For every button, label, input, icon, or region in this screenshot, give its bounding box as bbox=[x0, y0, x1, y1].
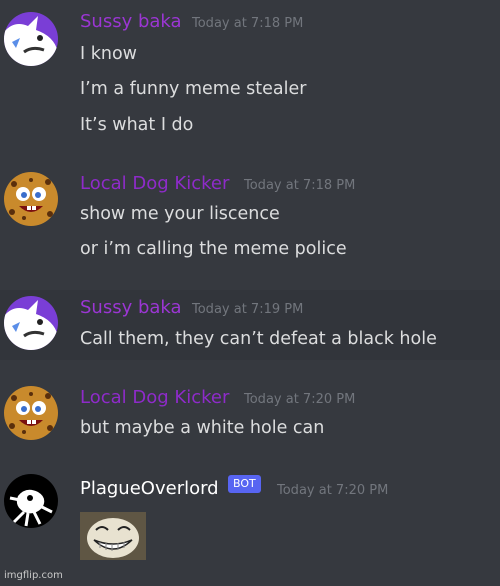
message-text: or i’m calling the meme police bbox=[80, 239, 347, 259]
message-text: It’s what I do bbox=[80, 115, 194, 135]
message-text: I know bbox=[80, 44, 137, 64]
timestamp: Today at 7:19 PM bbox=[192, 302, 304, 317]
username[interactable]: PlagueOverlord bbox=[80, 477, 219, 501]
timestamp: Today at 7:20 PM bbox=[277, 483, 389, 498]
cookie-face-avatar-icon[interactable] bbox=[4, 172, 58, 226]
bot-badge: BOT bbox=[228, 475, 261, 493]
message-text: but maybe a white hole can bbox=[80, 418, 325, 438]
username[interactable]: Sussy baka bbox=[80, 296, 182, 320]
timestamp: Today at 7:20 PM bbox=[244, 392, 356, 407]
timestamp: Today at 7:18 PM bbox=[244, 178, 356, 193]
watermark: imgflip.com bbox=[4, 570, 63, 581]
username[interactable]: Sussy baka bbox=[80, 10, 182, 34]
message-text: show me your liscence bbox=[80, 204, 280, 224]
message-text: Call them, they can’t defeat a black hol… bbox=[80, 329, 437, 349]
cookie-face-avatar-icon[interactable] bbox=[4, 386, 58, 440]
timestamp: Today at 7:18 PM bbox=[192, 16, 304, 31]
username[interactable]: Local Dog Kicker bbox=[80, 172, 229, 196]
username[interactable]: Local Dog Kicker bbox=[80, 386, 229, 410]
purple-wolf-avatar-icon[interactable] bbox=[4, 12, 58, 66]
purple-wolf-avatar-icon[interactable] bbox=[4, 296, 58, 350]
message-text: I’m a funny meme stealer bbox=[80, 79, 307, 99]
white-splat-avatar-icon[interactable] bbox=[4, 474, 58, 528]
troll-face-image-icon[interactable] bbox=[80, 512, 146, 560]
